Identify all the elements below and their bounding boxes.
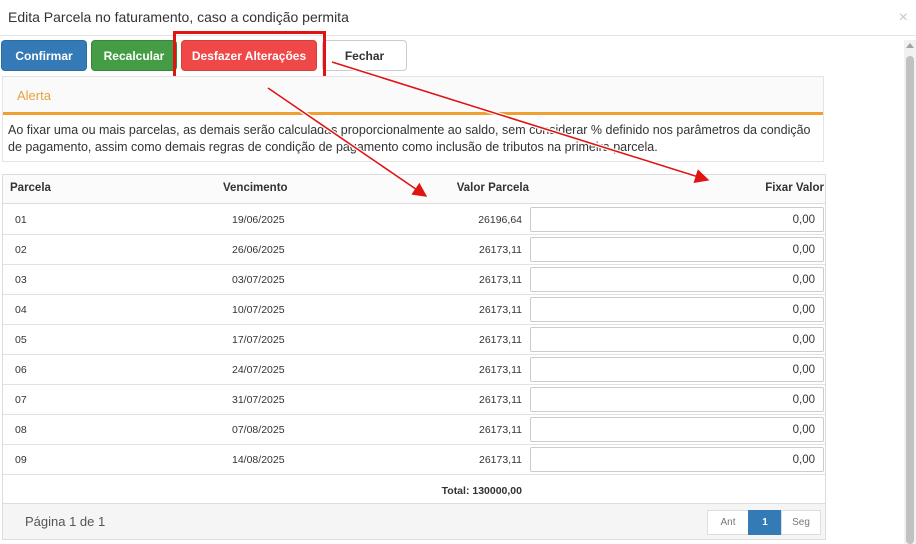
alert-header: Alerta [3,77,823,115]
fixar-valor-input[interactable] [530,327,824,352]
scroll-up-arrow-icon[interactable] [906,43,914,48]
page-1-button[interactable]: 1 [748,510,782,535]
cell-vencimento: 14/08/2025 [232,454,285,466]
cell-parcela: 05 [15,334,27,346]
page-info: Página 1 de 1 [25,514,106,529]
header-fixar-valor[interactable]: Fixar Valor [765,182,824,194]
cell-valor-parcela: 26196,64 [478,214,522,226]
cell-valor-parcela: 26173,11 [478,334,522,346]
table-row: 03 03/07/2025 26173,11 [3,265,825,295]
pagination-bar: Página 1 de 1 Ant 1 Seg [2,504,826,540]
table-row: 07 31/07/2025 26173,11 [3,385,825,415]
table-row: 08 07/08/2025 26173,11 [3,415,825,445]
recalculate-button[interactable]: Recalcular [91,40,177,71]
cell-valor-parcela: 26173,11 [478,394,522,406]
fixar-valor-input[interactable] [530,417,824,442]
cell-parcela: 01 [15,214,27,226]
cell-vencimento: 26/06/2025 [232,244,285,256]
cell-valor-parcela: 26173,11 [478,454,522,466]
modal-body: Alerta Ao fixar uma ou mais parcelas, as… [0,76,904,544]
close-button[interactable]: Fechar [322,40,407,71]
table-row: 09 14/08/2025 26173,11 [3,445,825,475]
vertical-scrollbar[interactable] [904,40,916,544]
cell-vencimento: 19/06/2025 [232,214,285,226]
table-row: 01 19/06/2025 26196,64 [3,205,825,235]
table-header: Parcela Vencimento Valor Parcela Fixar V… [3,175,825,204]
alert-message: Ao fixar uma ou mais parcelas, as demais… [8,123,811,154]
header-parcela[interactable]: Parcela [10,182,51,194]
fixar-valor-input[interactable] [530,207,824,232]
fixar-valor-input[interactable] [530,357,824,382]
table-row: 02 26/06/2025 26173,11 [3,235,825,265]
total-row: Total: 130000,00 [3,475,825,505]
total-value: Total: 130000,00 [441,485,522,497]
alert-title: Alerta [17,88,51,103]
modal-title: Edita Parcela no faturamento, caso a con… [8,9,349,25]
annotation-highlight-box [173,31,326,82]
cell-parcela: 04 [15,304,27,316]
cell-vencimento: 31/07/2025 [232,394,285,406]
alert-panel: Alerta Ao fixar uma ou mais parcelas, as… [2,76,824,162]
edit-installments-modal: Edita Parcela no faturamento, caso a con… [0,0,916,544]
fixar-valor-input[interactable] [530,237,824,262]
table-row: 05 17/07/2025 26173,11 [3,325,825,355]
cell-parcela: 07 [15,394,27,406]
close-icon[interactable]: × [899,10,908,26]
fixar-valor-input[interactable] [530,387,824,412]
header-valor-parcela[interactable]: Valor Parcela [457,182,529,194]
cell-valor-parcela: 26173,11 [478,364,522,376]
cell-parcela: 03 [15,274,27,286]
cell-vencimento: 07/08/2025 [232,424,285,436]
cell-parcela: 06 [15,364,27,376]
scrollbar-thumb[interactable] [906,56,914,544]
installments-table: Parcela Vencimento Valor Parcela Fixar V… [2,174,826,504]
modal-header: Edita Parcela no faturamento, caso a con… [0,0,916,36]
header-vencimento[interactable]: Vencimento [223,182,288,194]
cell-valor-parcela: 26173,11 [478,304,522,316]
fixar-valor-input[interactable] [530,447,824,472]
cell-valor-parcela: 26173,11 [478,274,522,286]
cell-valor-parcela: 26173,11 [478,244,522,256]
fixar-valor-input[interactable] [530,267,824,292]
cell-vencimento: 17/07/2025 [232,334,285,346]
cell-parcela: 02 [15,244,27,256]
table-row: 06 24/07/2025 26173,11 [3,355,825,385]
next-page-button[interactable]: Seg [781,510,821,535]
cell-parcela: 09 [15,454,27,466]
table-row: 04 10/07/2025 26173,11 [3,295,825,325]
confirm-button[interactable]: Confirmar [1,40,87,71]
cell-vencimento: 24/07/2025 [232,364,285,376]
cell-vencimento: 10/07/2025 [232,304,285,316]
prev-page-button[interactable]: Ant [707,510,749,535]
cell-vencimento: 03/07/2025 [232,274,285,286]
fixar-valor-input[interactable] [530,297,824,322]
cell-valor-parcela: 26173,11 [478,424,522,436]
cell-parcela: 08 [15,424,27,436]
